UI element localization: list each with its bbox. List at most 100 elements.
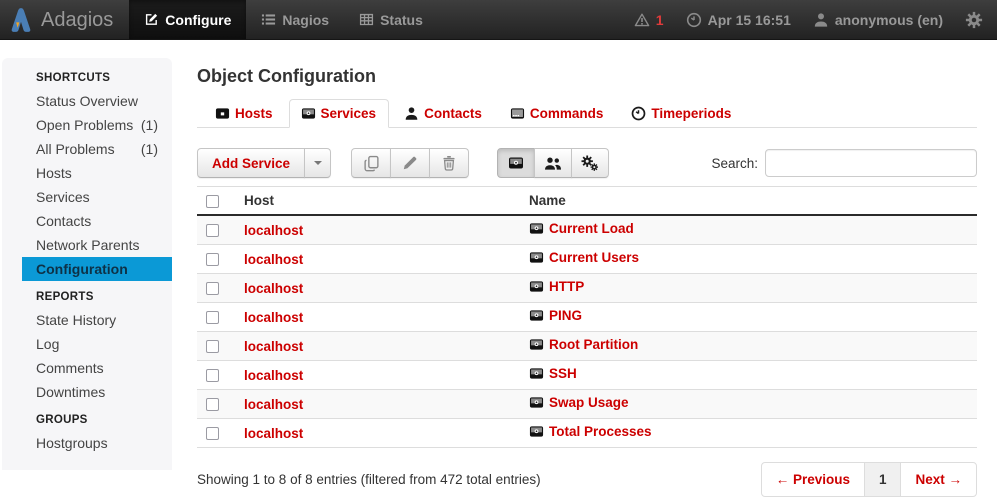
host-link[interactable]: localhost <box>244 223 303 238</box>
sidebar-header-shortcuts: SHORTCUTS <box>2 62 172 89</box>
tab-services[interactable]: Services <box>289 99 390 128</box>
username-text: anonymous (en) <box>835 12 943 28</box>
service-link[interactable]: Total Processes <box>549 424 652 439</box>
nav-item-nagios[interactable]: Nagios <box>246 0 344 39</box>
table-row: localhost HTTP <box>197 274 977 303</box>
page-number-button[interactable]: 1 <box>864 463 901 496</box>
sidebar-item-services[interactable]: Services <box>2 185 172 209</box>
contacts-view-button[interactable] <box>534 148 572 178</box>
sidebar-item-configuration[interactable]: Configuration <box>22 257 172 281</box>
datetime-indicator[interactable]: Apr 15 16:51 <box>686 12 791 28</box>
service-link[interactable]: Swap Usage <box>549 395 629 410</box>
table-row: localhost Swap Usage <box>197 390 977 419</box>
host-link[interactable]: localhost <box>244 397 303 412</box>
service-monitor-icon <box>529 366 544 384</box>
datetime-text: Apr 15 16:51 <box>708 12 791 28</box>
host-link[interactable]: localhost <box>244 252 303 267</box>
adagios-logo-icon <box>10 7 32 33</box>
person-icon <box>404 106 419 121</box>
search-area: Search: <box>711 149 977 177</box>
host-link[interactable]: localhost <box>244 281 303 296</box>
entries-summary: Showing 1 to 8 of 8 entries (filtered fr… <box>197 472 541 487</box>
sidebar-item-open-problems[interactable]: Open Problems(1) <box>2 113 172 137</box>
previous-page-button[interactable]: ← Previous <box>762 463 864 496</box>
row-checkbox[interactable] <box>206 282 219 295</box>
settings-view-button[interactable] <box>571 148 609 178</box>
users-icon <box>544 156 562 171</box>
next-page-button[interactable]: Next → <box>900 463 976 496</box>
alerts-indicator[interactable]: 1 <box>634 12 664 28</box>
tab-commands[interactable]: Commands <box>498 99 617 128</box>
nav-item-label: Status <box>380 12 423 28</box>
sidebar-item-comments[interactable]: Comments <box>2 356 172 380</box>
sidebar-item-state-history[interactable]: State History <box>2 308 172 332</box>
nav-item-status[interactable]: Status <box>344 0 438 39</box>
host-link[interactable]: localhost <box>244 339 303 354</box>
service-monitor-icon <box>529 308 544 326</box>
sidebar-item-hostgroups[interactable]: Hostgroups <box>2 431 172 455</box>
sidebar-item-network-parents[interactable]: Network Parents <box>2 233 172 257</box>
service-link[interactable]: HTTP <box>549 279 584 294</box>
person-icon <box>813 12 829 28</box>
brand-name: Adagios <box>41 0 113 40</box>
delete-button[interactable] <box>429 148 469 178</box>
gear-icon <box>965 11 983 29</box>
sidebar-item-downtimes[interactable]: Downtimes <box>2 380 172 404</box>
tab-hosts[interactable]: Hosts <box>203 99 286 128</box>
search-input[interactable] <box>765 149 977 177</box>
sidebar-item-log[interactable]: Log <box>2 332 172 356</box>
user-menu[interactable]: anonymous (en) <box>813 12 943 28</box>
add-service-dropdown-button[interactable] <box>304 148 331 178</box>
service-link[interactable]: Current Users <box>549 250 639 265</box>
tab-contacts[interactable]: Contacts <box>392 99 495 128</box>
object-tabs: Hosts Services Contacts Commands Timeper… <box>197 99 977 128</box>
terminal-icon <box>510 106 525 121</box>
edit-button[interactable] <box>390 148 430 178</box>
row-checkbox[interactable] <box>206 224 219 237</box>
service-monitor-icon <box>508 155 524 171</box>
nav-item-configure[interactable]: Configure <box>129 0 246 39</box>
service-link[interactable]: Root Partition <box>549 337 638 352</box>
list-icon <box>261 12 276 27</box>
service-monitor-icon <box>529 250 544 268</box>
copy-button[interactable] <box>351 148 391 178</box>
navbar-menu: Configure Nagios Status <box>129 0 438 39</box>
brand-link[interactable]: Adagios <box>0 0 129 39</box>
row-checkbox[interactable] <box>206 311 219 324</box>
table-icon <box>359 12 374 27</box>
row-checkbox[interactable] <box>206 253 219 266</box>
row-checkbox[interactable] <box>206 369 219 382</box>
tab-timeperiods[interactable]: Timeperiods <box>619 99 744 128</box>
column-header-host: Host <box>240 187 525 216</box>
settings-gear-button[interactable] <box>965 11 983 29</box>
service-monitor-icon <box>529 337 544 355</box>
row-checkbox[interactable] <box>206 427 219 440</box>
navbar-right: 1 Apr 15 16:51 anonymous (en) <box>634 0 997 39</box>
sidebar-item-status-overview[interactable]: Status Overview <box>2 89 172 113</box>
table-footer: Showing 1 to 8 of 8 entries (filtered fr… <box>197 462 977 497</box>
host-link[interactable]: localhost <box>244 368 303 383</box>
service-link[interactable]: Current Load <box>549 221 634 236</box>
alert-count-badge: 1 <box>656 12 664 28</box>
row-checkbox[interactable] <box>206 398 219 411</box>
service-monitor-icon <box>529 279 544 297</box>
host-link[interactable]: localhost <box>244 426 303 441</box>
service-link[interactable]: SSH <box>549 366 577 381</box>
service-link[interactable]: PING <box>549 308 582 323</box>
warning-triangle-icon <box>634 12 650 28</box>
sidebar-header-reports: REPORTS <box>2 281 172 308</box>
row-checkbox[interactable] <box>206 340 219 353</box>
services-view-button[interactable] <box>497 148 535 178</box>
table-row: localhost Current Users <box>197 245 977 274</box>
select-all-checkbox[interactable] <box>206 195 219 208</box>
host-link[interactable]: localhost <box>244 310 303 325</box>
caret-down-icon <box>314 161 322 165</box>
open-problems-count: (1) <box>141 116 158 134</box>
sidebar-item-contacts[interactable]: Contacts <box>2 209 172 233</box>
table-toolbar: Add Service <box>197 148 977 178</box>
pencil-icon <box>402 155 418 171</box>
add-service-button[interactable]: Add Service <box>197 148 305 178</box>
table-row: localhost Total Processes <box>197 419 977 448</box>
sidebar-item-hosts[interactable]: Hosts <box>2 161 172 185</box>
sidebar-item-all-problems[interactable]: All Problems(1) <box>2 137 172 161</box>
